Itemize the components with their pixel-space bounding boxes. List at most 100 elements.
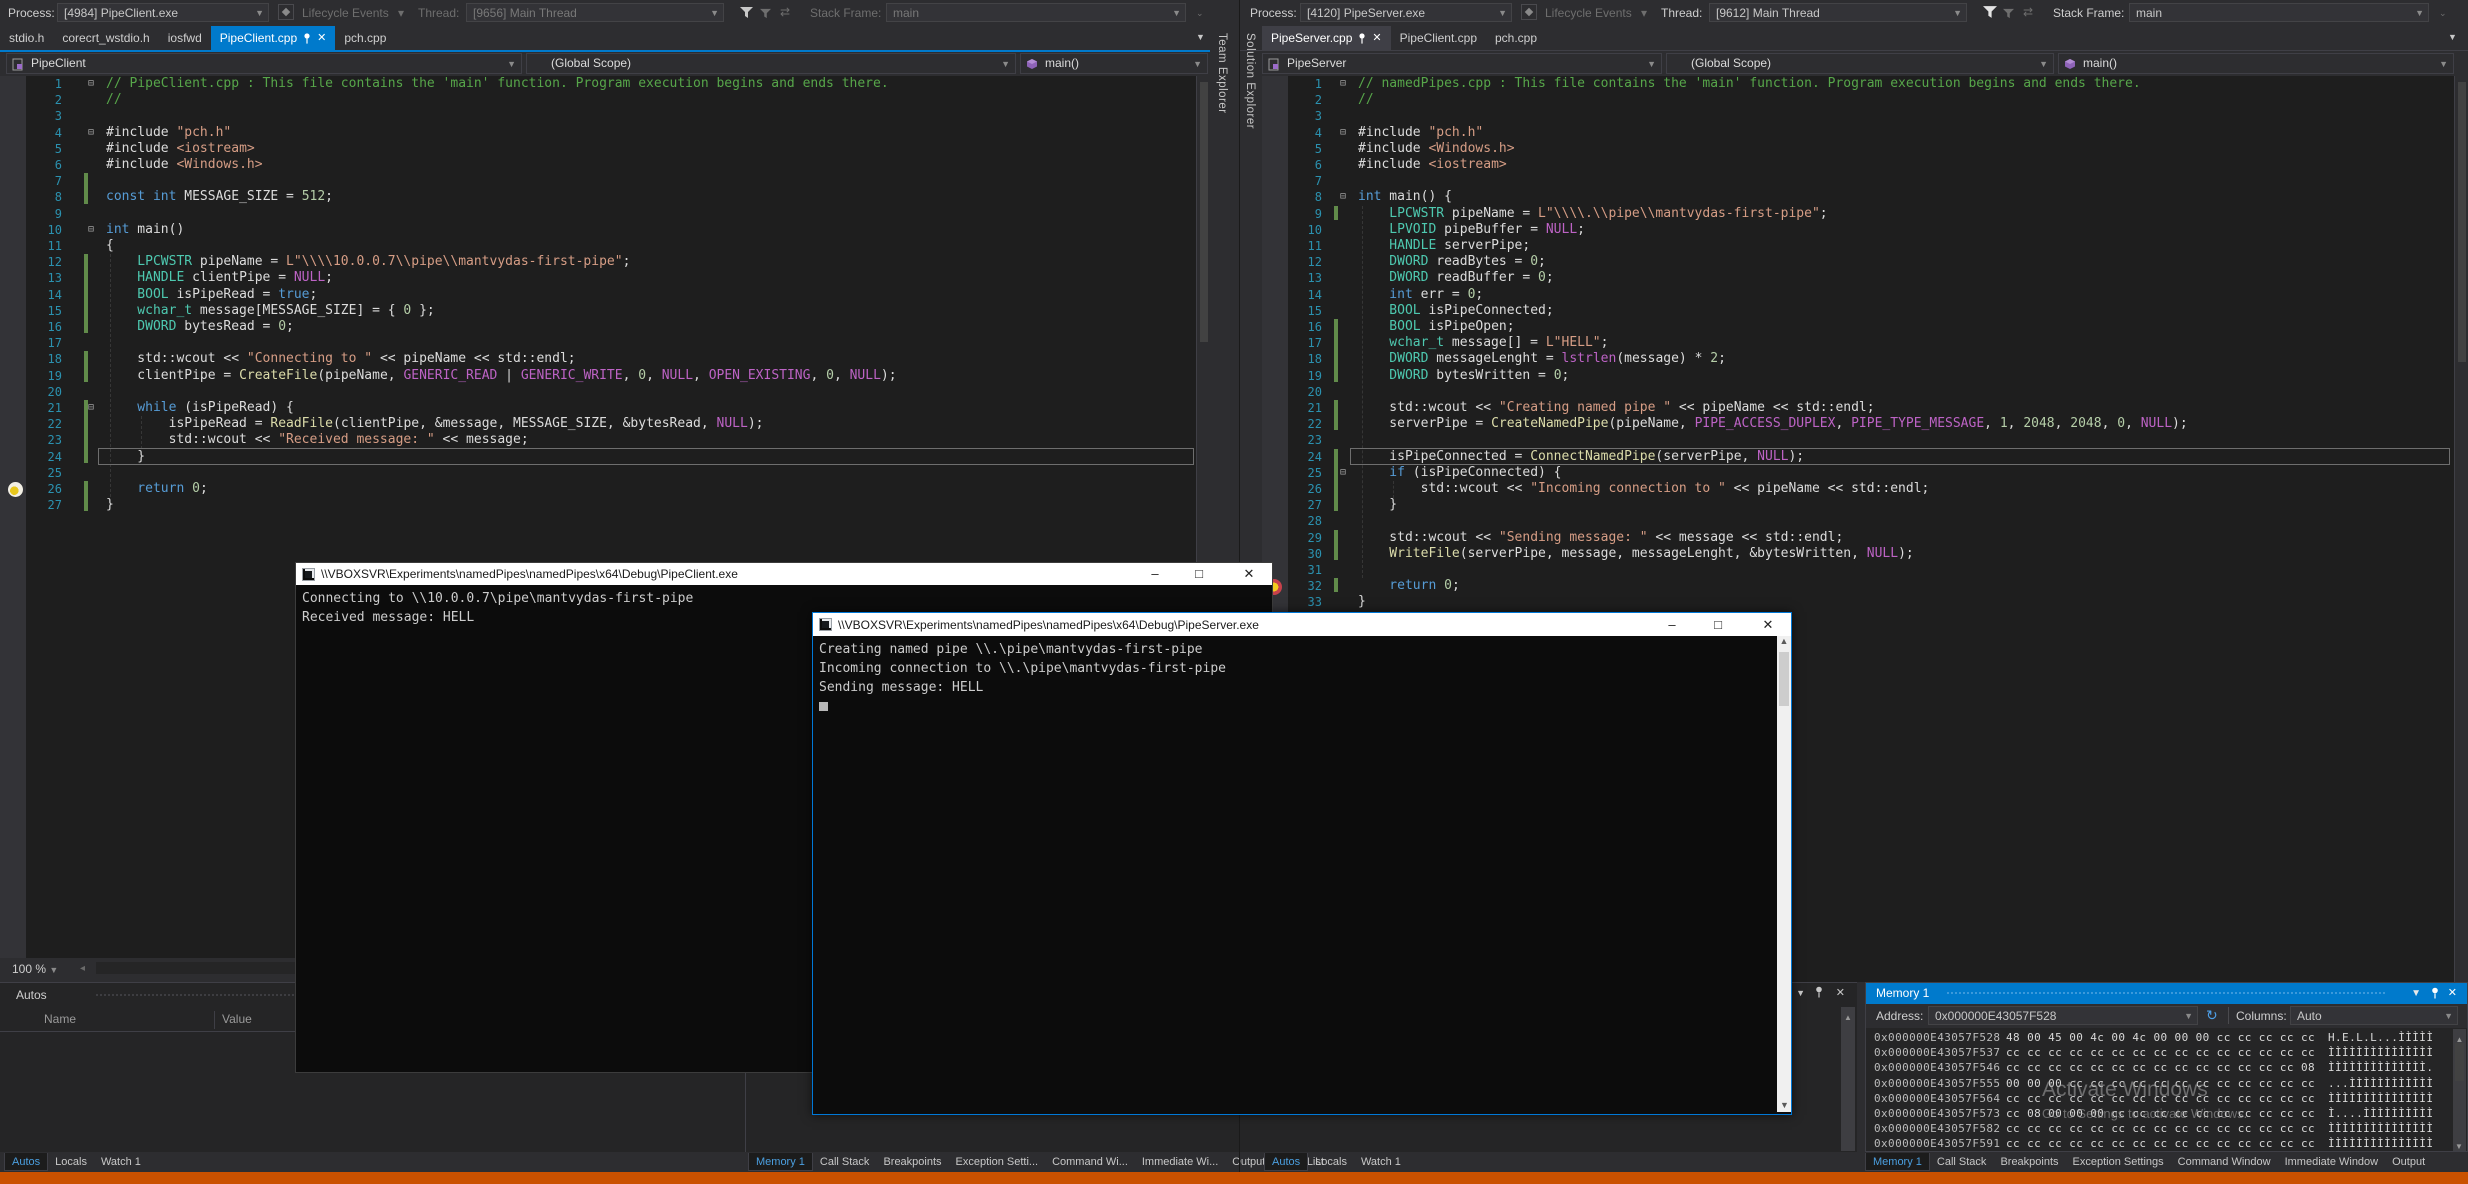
filter-icon[interactable] — [740, 6, 753, 19]
editor-zoom-dropdown[interactable]: 100 % ▼ — [12, 962, 58, 976]
code-line-16[interactable]: BOOL isPipeOpen; — [1358, 319, 1515, 335]
columns-dropdown[interactable]: Auto▼ — [2290, 1006, 2458, 1025]
thread-dropdown[interactable]: [9612] Main Thread▼ — [1709, 3, 1967, 22]
dock-tab-Output[interactable]: Output — [2385, 1153, 2432, 1171]
code-line-25[interactable]: if (isPipeConnected) { — [1358, 465, 1562, 481]
dock-tab-Command Window[interactable]: Command Window — [2171, 1153, 2278, 1171]
process-dropdown[interactable]: [4120] PipeServer.exe▼ — [1300, 3, 1512, 22]
tab-iosfwd[interactable]: iosfwd — [159, 26, 211, 50]
pin-icon[interactable] — [1358, 33, 1366, 44]
dock-tab-Autos[interactable]: Autos — [4, 1153, 48, 1171]
dock-tab-Autos[interactable]: Autos — [1264, 1153, 1308, 1171]
code-line-8[interactable]: const int MESSAGE_SIZE = 512; — [106, 189, 333, 205]
autos-vscrollbar[interactable]: ▲ — [1841, 1007, 1855, 1151]
fold-marker[interactable]: ⊟ — [1340, 189, 1346, 205]
stack-frame-dropdown[interactable]: main▼ — [886, 3, 1186, 22]
lifecycle-events-icon[interactable] — [1521, 4, 1537, 20]
dock-tab-Locals[interactable]: Locals — [1308, 1153, 1354, 1171]
fold-marker[interactable]: ⊟ — [88, 76, 94, 92]
fold-marker[interactable]: ⊟ — [1340, 76, 1346, 92]
filter-small-icon[interactable] — [760, 8, 771, 19]
close-icon[interactable]: ✕ — [1836, 986, 1845, 999]
code-line-2[interactable]: // — [1358, 92, 1374, 108]
dock-tab-Immediate Wi...[interactable]: Immediate Wi... — [1135, 1153, 1225, 1171]
pin-icon[interactable] — [1815, 986, 1823, 998]
memory-panel-titlebar[interactable]: Memory 1 ▼ ✕ — [1866, 983, 2467, 1004]
memory-row[interactable]: 0x000000E43057F546cc cc cc cc cc cc cc c… — [1874, 1061, 2433, 1074]
toolbar-overflow-icon[interactable]: ⌄ — [1196, 8, 1204, 19]
dock-tab-Watch 1[interactable]: Watch 1 — [1354, 1153, 1408, 1171]
code-line-19[interactable]: DWORD bytesWritten = 0; — [1358, 368, 1569, 384]
code-line-22[interactable]: serverPipe = CreateNamedPipe(pipeName, P… — [1358, 416, 2188, 432]
code-line-10[interactable]: int main() — [106, 222, 184, 238]
code-line-16[interactable]: DWORD bytesRead = 0; — [106, 319, 294, 335]
dock-tab-Memory 1[interactable]: Memory 1 — [1865, 1153, 1930, 1171]
dock-tab-Memory 1[interactable]: Memory 1 — [748, 1153, 813, 1171]
console-window-pipeserver[interactable]: \\VBOXSVR\Experiments\namedPipes\namedPi… — [812, 612, 1792, 1115]
pin-icon[interactable] — [303, 33, 311, 44]
breakpoint-margin-left[interactable] — [0, 76, 26, 958]
tab-overflow-icon[interactable]: ▼ — [1196, 32, 1205, 42]
memory-row[interactable]: 0x000000E43057F537cc cc cc cc cc cc cc c… — [1874, 1046, 2433, 1059]
lifecycle-events-button[interactable]: Lifecycle Events — [1545, 6, 1632, 20]
filter-icon[interactable] — [1983, 5, 1997, 19]
team-explorer-side-tab[interactable]: Team Explorer — [1216, 33, 1228, 114]
tab-pch.cpp[interactable]: pch.cpp — [1486, 26, 1546, 50]
fold-marker[interactable]: ⊟ — [1340, 125, 1346, 141]
memory-vscrollbar[interactable]: ▲ ▼ — [2453, 1029, 2466, 1151]
pin-icon[interactable] — [2431, 987, 2439, 999]
scope-dropdown[interactable]: (Global Scope)▼ — [526, 53, 1016, 74]
code-line-14[interactable]: int err = 0; — [1358, 287, 1483, 303]
fold-marker[interactable]: ⊟ — [88, 222, 94, 238]
code-line-8[interactable]: int main() { — [1358, 189, 1452, 205]
autos-name-column-header[interactable]: Name — [44, 1012, 76, 1026]
code-line-6[interactable]: #include <Windows.h> — [106, 157, 263, 173]
filter-small-icon[interactable] — [2003, 8, 2014, 19]
thread-dropdown[interactable]: [9656] Main Thread▼ — [466, 3, 724, 22]
tab-pch.cpp[interactable]: pch.cpp — [335, 26, 395, 50]
code-line-15[interactable]: wchar_t message[MESSAGE_SIZE] = { 0 }; — [106, 303, 435, 319]
editor-vscrollbar-right[interactable] — [2454, 76, 2468, 982]
code-line-21[interactable]: while (isPipeRead) { — [106, 400, 294, 416]
console-titlebar[interactable]: \\VBOXSVR\Experiments\namedPipes\namedPi… — [813, 613, 1791, 636]
code-line-4[interactable]: #include "pch.h" — [106, 125, 231, 141]
code-line-27[interactable]: } — [1358, 497, 1397, 513]
chevron-down-icon[interactable]: ▼ — [2411, 983, 2421, 1004]
warning-breakpoint-icon[interactable] — [8, 482, 23, 497]
memory-row[interactable]: 0x000000E43057F591cc cc cc cc cc cc cc c… — [1874, 1137, 2433, 1150]
code-line-26[interactable]: return 0; — [106, 481, 208, 497]
code-line-30[interactable]: WriteFile(serverPipe, message, messageLe… — [1358, 546, 1914, 562]
code-line-12[interactable]: DWORD readBytes = 0; — [1358, 254, 1546, 270]
dock-tab-Watch 1[interactable]: Watch 1 — [94, 1153, 148, 1171]
maximize-button[interactable]: □ — [1703, 613, 1733, 636]
code-line-9[interactable]: LPCWSTR pipeName = L"\\\\.\\pipe\\mantvy… — [1358, 206, 1828, 222]
dock-tab-Exception Setti...[interactable]: Exception Setti... — [949, 1153, 1046, 1171]
code-line-15[interactable]: BOOL isPipeConnected; — [1358, 303, 1554, 319]
fold-marker[interactable]: ⊟ — [1340, 465, 1346, 481]
code-line-11[interactable]: { — [106, 238, 114, 254]
lifecycle-events-button[interactable]: Lifecycle Events — [302, 6, 389, 20]
code-line-12[interactable]: LPCWSTR pipeName = L"\\\\10.0.0.7\\pipe\… — [106, 254, 630, 270]
code-line-13[interactable]: HANDLE clientPipe = NULL; — [106, 270, 333, 286]
code-line-11[interactable]: HANDLE serverPipe; — [1358, 238, 1530, 254]
code-line-22[interactable]: isPipeRead = ReadFile(clientPipe, &messa… — [106, 416, 763, 432]
close-button[interactable]: ✕ — [1753, 613, 1783, 636]
code-line-27[interactable]: } — [106, 497, 114, 513]
toolbar-overflow-icon[interactable]: ⌄ — [2439, 8, 2447, 19]
code-line-5[interactable]: #include <Windows.h> — [1358, 141, 1515, 157]
minimize-button[interactable]: – — [1657, 613, 1687, 636]
stack-frame-dropdown[interactable]: main▼ — [2129, 3, 2429, 22]
maximize-button[interactable]: □ — [1184, 563, 1214, 585]
tab-stdio.h[interactable]: stdio.h — [0, 26, 53, 50]
dock-tab-Call Stack[interactable]: Call Stack — [1930, 1153, 1994, 1171]
close-icon[interactable]: ✕ — [1372, 26, 1381, 50]
autos-value-column-header[interactable]: Value — [222, 1012, 252, 1026]
tab-overflow-icon[interactable]: ▼ — [2448, 32, 2457, 42]
chevron-down-icon[interactable]: ▼ — [1796, 988, 1805, 998]
code-line-5[interactable]: #include <iostream> — [106, 141, 255, 157]
code-line-13[interactable]: DWORD readBuffer = 0; — [1358, 270, 1554, 286]
code-line-18[interactable]: std::wcout << "Connecting to " << pipeNa… — [106, 351, 576, 367]
close-icon[interactable]: ✕ — [317, 26, 326, 50]
member-dropdown[interactable]: main()▼ — [2058, 53, 2454, 74]
dock-tab-Locals[interactable]: Locals — [48, 1153, 94, 1171]
